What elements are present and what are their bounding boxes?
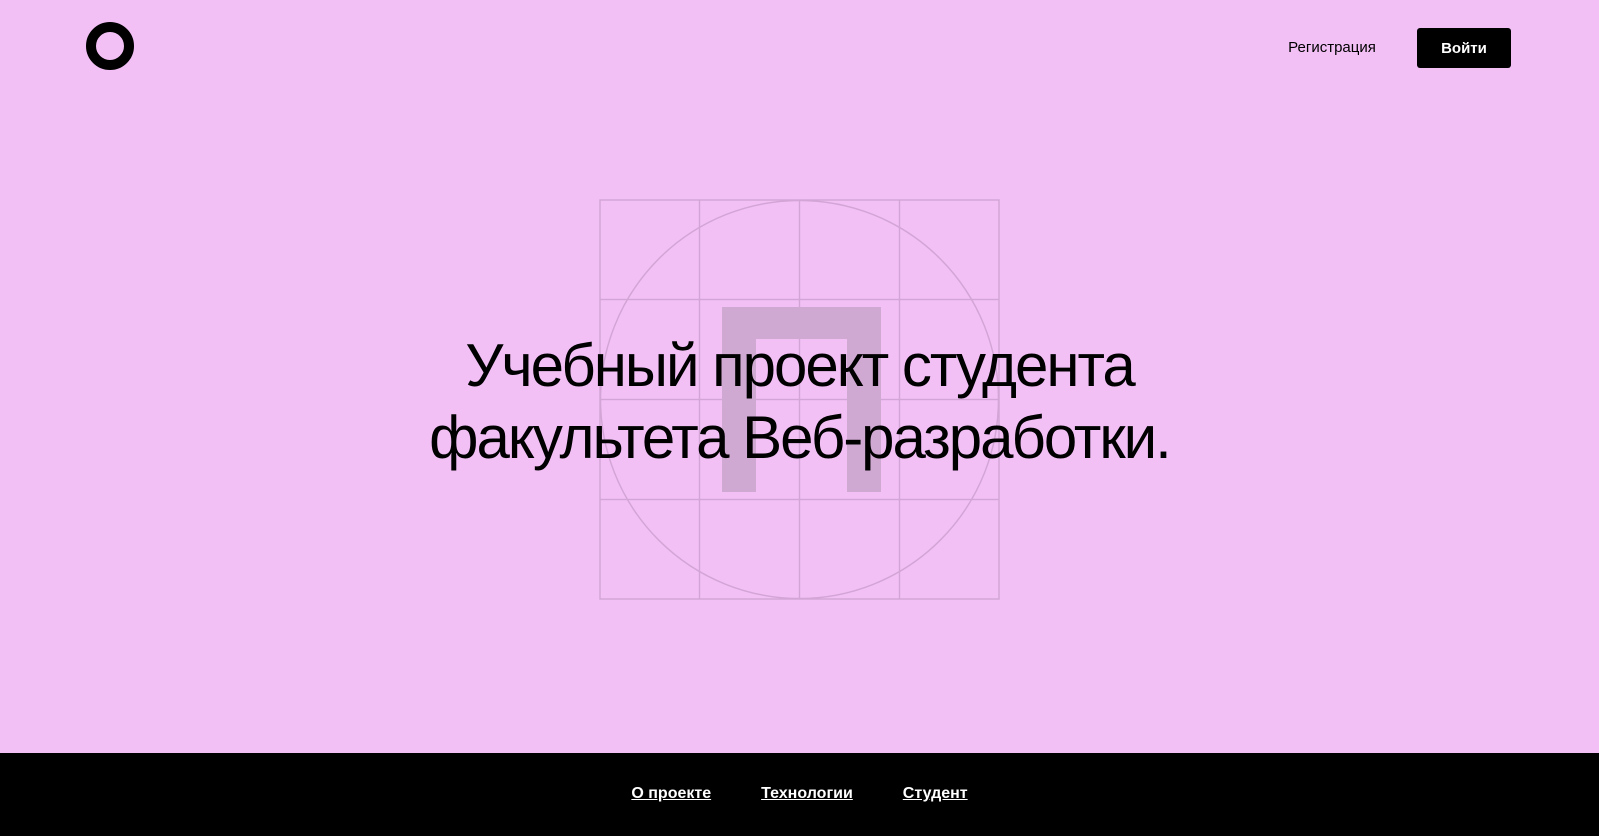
footer-nav: О проекте Технологии Студент [0,784,1599,804]
promo-title-line-2: факультета Веб-разработки. [429,404,1172,471]
login-button[interactable]: Войти [1417,28,1511,68]
footer: О проекте Технологии Студент [0,753,1599,836]
footer-link-techs[interactable]: Технологии [761,784,853,804]
footer-link-about[interactable]: О проекте [631,784,711,804]
hero-section: Регистрация Войти Учебный проект студент… [0,0,1599,753]
promo-title-line-1: Учебный проект студента [465,332,1135,399]
footer-link-student[interactable]: Студент [903,784,968,804]
promo-title: Учебный проект студента факультета Веб-р… [0,330,1599,474]
register-link[interactable]: Регистрация [1282,37,1382,59]
logo-icon[interactable] [86,22,134,70]
